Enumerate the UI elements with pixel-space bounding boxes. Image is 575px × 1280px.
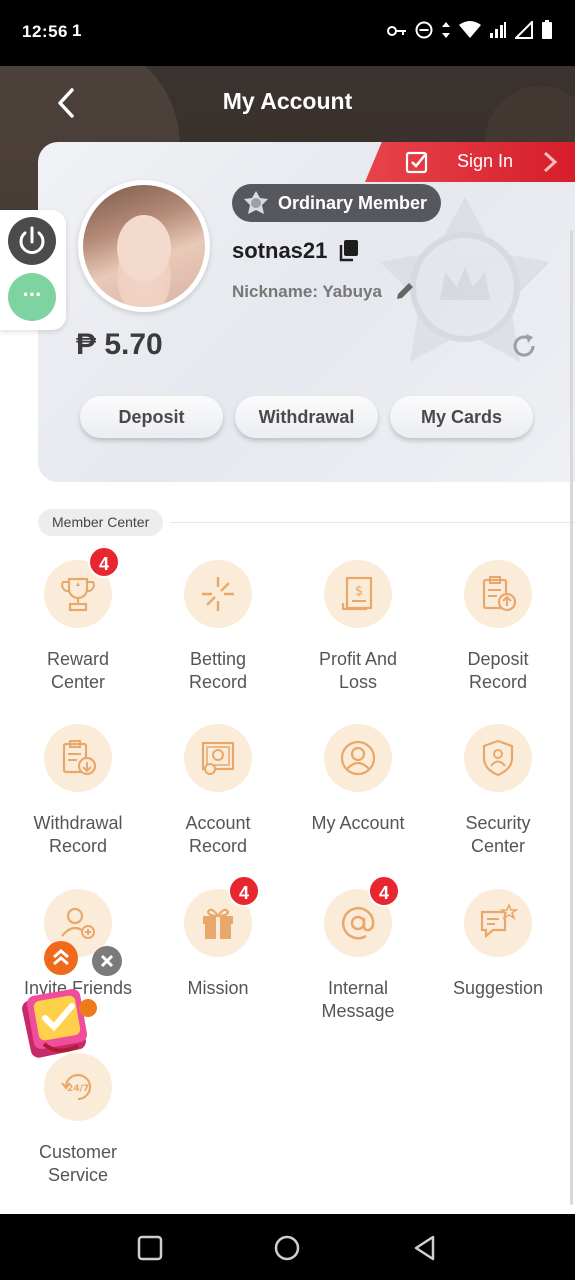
- status-time: 12:56: [22, 22, 68, 41]
- item-label: Service: [47, 1165, 109, 1185]
- account-card: Sign In Ordinary Member sotnas21 Nicknam…: [38, 142, 575, 482]
- user-circle-icon: [340, 740, 376, 776]
- item-label: Message: [321, 1001, 395, 1021]
- avatar[interactable]: [78, 180, 210, 312]
- nickname: Nickname: Yabuya: [232, 282, 382, 301]
- certificate-icon: [201, 741, 235, 775]
- copy-icon[interactable]: [338, 239, 360, 263]
- notification-badge: 4: [88, 546, 120, 578]
- security-center-item[interactable]: Security Center: [428, 724, 568, 858]
- more-button[interactable]: ···: [8, 273, 56, 321]
- chat-star-icon: [480, 902, 519, 939]
- status-bar: 12:56 1: [0, 0, 575, 66]
- key-icon: [387, 24, 407, 42]
- item-label: Security: [465, 813, 531, 833]
- sign-in-button[interactable]: Sign In: [365, 142, 575, 182]
- scrollbar[interactable]: [570, 230, 573, 1205]
- my-account-item[interactable]: My Account: [288, 724, 428, 835]
- item-label: Deposit: [467, 649, 529, 669]
- account-record-item[interactable]: Account Record: [148, 724, 288, 858]
- gift-icon: [203, 908, 233, 939]
- medal-icon: [244, 191, 268, 214]
- promo-close-button[interactable]: [92, 946, 122, 976]
- username: sotnas21: [232, 238, 328, 263]
- item-label: Suggestion: [452, 978, 544, 998]
- item-label: Betting: [189, 649, 247, 669]
- notification-indicator: 1: [72, 21, 82, 40]
- item-label: Record: [48, 836, 108, 856]
- notification-badge: 4: [228, 875, 260, 907]
- member-center-title: Member Center: [38, 509, 164, 536]
- customer-service-item[interactable]: 24/7 Customer Service: [8, 1053, 148, 1187]
- battery-icon: [541, 20, 553, 45]
- internal-message-item[interactable]: 4 Internal Message: [288, 875, 428, 1023]
- suggestion-item[interactable]: Suggestion: [428, 889, 568, 1000]
- power-icon: [19, 226, 45, 254]
- mission-item[interactable]: 4 Mission: [148, 875, 288, 1000]
- reward-center-item[interactable]: 4 Reward Center: [8, 546, 148, 694]
- checkbox-icon: [405, 151, 428, 174]
- back-nav-icon[interactable]: [411, 1234, 439, 1262]
- sign-in-label: Sign In: [457, 151, 514, 171]
- system-nav-bar: [0, 1214, 575, 1280]
- item-label: Internal: [327, 978, 389, 998]
- promo-expand-button[interactable]: [44, 941, 78, 975]
- item-label: Withdrawal: [33, 813, 123, 833]
- item-label: Record: [188, 672, 248, 692]
- sparkle-chart-icon: [202, 577, 234, 611]
- trophy-icon: [61, 577, 95, 612]
- refresh-icon[interactable]: [510, 332, 538, 360]
- clipboard-upload-icon: [482, 576, 517, 612]
- item-label: Center: [470, 836, 526, 856]
- item-label: Mission: [187, 978, 249, 998]
- shield-user-icon: [482, 739, 514, 777]
- item-label: Profit And: [318, 649, 398, 669]
- item-label: Customer: [38, 1142, 118, 1162]
- avatar-image: [83, 185, 205, 307]
- member-level-label: Ordinary Member: [278, 193, 428, 213]
- withdrawal-record-item[interactable]: Withdrawal Record: [8, 724, 148, 858]
- wifi-icon: [459, 21, 481, 44]
- action-row: Deposit Withdrawal My Cards: [80, 396, 533, 438]
- clipboard-download-icon: [62, 740, 97, 776]
- item-label: Center: [50, 672, 106, 692]
- promo-checkin-icon[interactable]: [18, 984, 104, 1064]
- signal-icon: [489, 21, 507, 44]
- double-chevron-up-icon: [53, 949, 69, 966]
- item-label: Record: [468, 672, 528, 692]
- home-icon[interactable]: [273, 1234, 301, 1262]
- item-label: Loss: [338, 672, 378, 692]
- svg-text:24/7: 24/7: [67, 1084, 89, 1094]
- recent-apps-icon[interactable]: [136, 1234, 164, 1262]
- my-cards-button[interactable]: My Cards: [390, 396, 533, 438]
- data-transfer-icon: [441, 21, 451, 44]
- at-sign-icon: [341, 906, 375, 940]
- notification-badge: 4: [368, 875, 400, 907]
- svg-text:$: $: [355, 584, 363, 599]
- do-not-disturb-icon: [415, 21, 433, 44]
- item-label: Reward: [46, 649, 110, 669]
- power-button[interactable]: [8, 217, 56, 265]
- cell-signal-icon: [513, 19, 533, 44]
- add-user-icon: [61, 907, 95, 939]
- betting-record-item[interactable]: Betting Record: [148, 560, 288, 694]
- section-divider: [170, 522, 575, 523]
- chevron-right-icon: [543, 151, 558, 173]
- close-icon: [100, 954, 114, 968]
- page-title: My Account: [222, 88, 353, 114]
- deposit-record-item[interactable]: Deposit Record: [428, 560, 568, 694]
- item-label: Account: [185, 813, 251, 833]
- dollar-document-icon: $: [341, 576, 373, 611]
- status-icons: [387, 19, 553, 45]
- profit-and-loss-item[interactable]: $ Profit And Loss: [288, 560, 428, 694]
- item-label: My Account: [311, 813, 405, 833]
- balance: ₱ 5.70: [76, 328, 163, 361]
- member-level-badge: Ordinary Member: [232, 184, 442, 222]
- edit-pencil-icon[interactable]: [394, 280, 416, 302]
- item-label: Record: [188, 836, 248, 856]
- deposit-button[interactable]: Deposit: [80, 396, 223, 438]
- support-24-7-icon: 24/7: [61, 1073, 92, 1101]
- withdrawal-button[interactable]: Withdrawal: [235, 396, 378, 438]
